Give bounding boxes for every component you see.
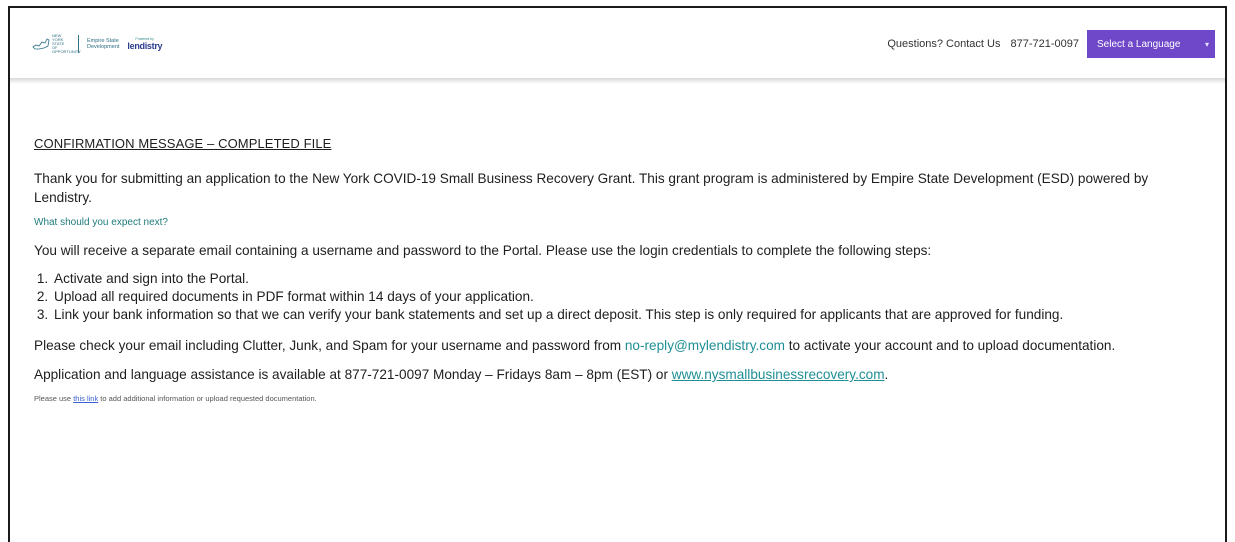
header: NEW YORK STATE OF OPPORTUNITY Empire Sta… bbox=[10, 8, 1225, 80]
assistance-text-end: . bbox=[884, 367, 889, 382]
contact-us-link[interactable]: Questions? Contact Us bbox=[887, 38, 1000, 50]
esd-logo[interactable]: Empire State Development bbox=[87, 38, 119, 50]
check-email-text-end: to activate your account and to upload d… bbox=[784, 338, 1116, 353]
assistance-text: Application and language assistance is a… bbox=[34, 367, 672, 382]
header-contact: Questions? Contact Us 877-721-0097 Selec… bbox=[887, 30, 1215, 58]
lendistry-logo[interactable]: Powered by lendistry bbox=[127, 37, 162, 51]
this-link[interactable]: this link bbox=[73, 394, 98, 403]
ny-state-logo[interactable]: NEW YORK STATE OF OPPORTUNITY bbox=[32, 33, 81, 54]
no-reply-email-link[interactable]: no-reply@mylendistry.com bbox=[625, 338, 785, 353]
contact-phone[interactable]: 877-721-0097 bbox=[1010, 38, 1079, 50]
ny-logo-text: NEW YORK STATE OF OPPORTUNITY bbox=[52, 33, 81, 54]
check-email-paragraph: Please check your email including Clutte… bbox=[34, 336, 1194, 355]
select-language-label: Select a Language bbox=[1097, 38, 1181, 50]
website-link[interactable]: www.nysmallbusinessrecovery.com bbox=[672, 367, 885, 382]
check-email-text: Please check your email including Clutte… bbox=[34, 338, 625, 353]
email-intro-paragraph: You will receive a separate email contai… bbox=[34, 243, 932, 258]
thank-you-paragraph: Thank you for submitting an application … bbox=[34, 171, 1149, 205]
upload-note-text-end: to add additional information or upload … bbox=[98, 394, 317, 403]
confirmation-title: CONFIRMATION MESSAGE – COMPLETED FILE bbox=[34, 136, 332, 151]
upload-note: Please use this link to add additional i… bbox=[34, 394, 1194, 403]
logo-group: NEW YORK STATE OF OPPORTUNITY Empire Sta… bbox=[32, 33, 163, 54]
step-item: Upload all required documents in PDF for… bbox=[52, 288, 1194, 306]
select-language-button[interactable]: Select a Language ▾ bbox=[1087, 30, 1215, 58]
step-item: Activate and sign into the Portal. bbox=[52, 270, 1194, 288]
assistance-paragraph: Application and language assistance is a… bbox=[34, 365, 1194, 384]
steps-list: Activate and sign into the Portal. Uploa… bbox=[34, 270, 1194, 324]
chevron-down-icon: ▾ bbox=[1204, 39, 1209, 49]
ny-state-outline-icon bbox=[32, 38, 50, 50]
logo-divider bbox=[78, 35, 79, 53]
upload-note-text: Please use bbox=[34, 394, 74, 403]
header-divider bbox=[10, 78, 1225, 84]
step-item: Link your bank information so that we ca… bbox=[52, 306, 1194, 324]
expect-next-heading: What should you expect next? bbox=[34, 217, 168, 228]
esd-logo-line2: Development bbox=[87, 44, 120, 50]
page-frame: NEW YORK STATE OF OPPORTUNITY Empire Sta… bbox=[8, 6, 1227, 542]
lendistry-wordmark: lendistry bbox=[127, 41, 163, 51]
confirmation-content: CONFIRMATION MESSAGE – COMPLETED FILE Th… bbox=[34, 136, 1194, 411]
